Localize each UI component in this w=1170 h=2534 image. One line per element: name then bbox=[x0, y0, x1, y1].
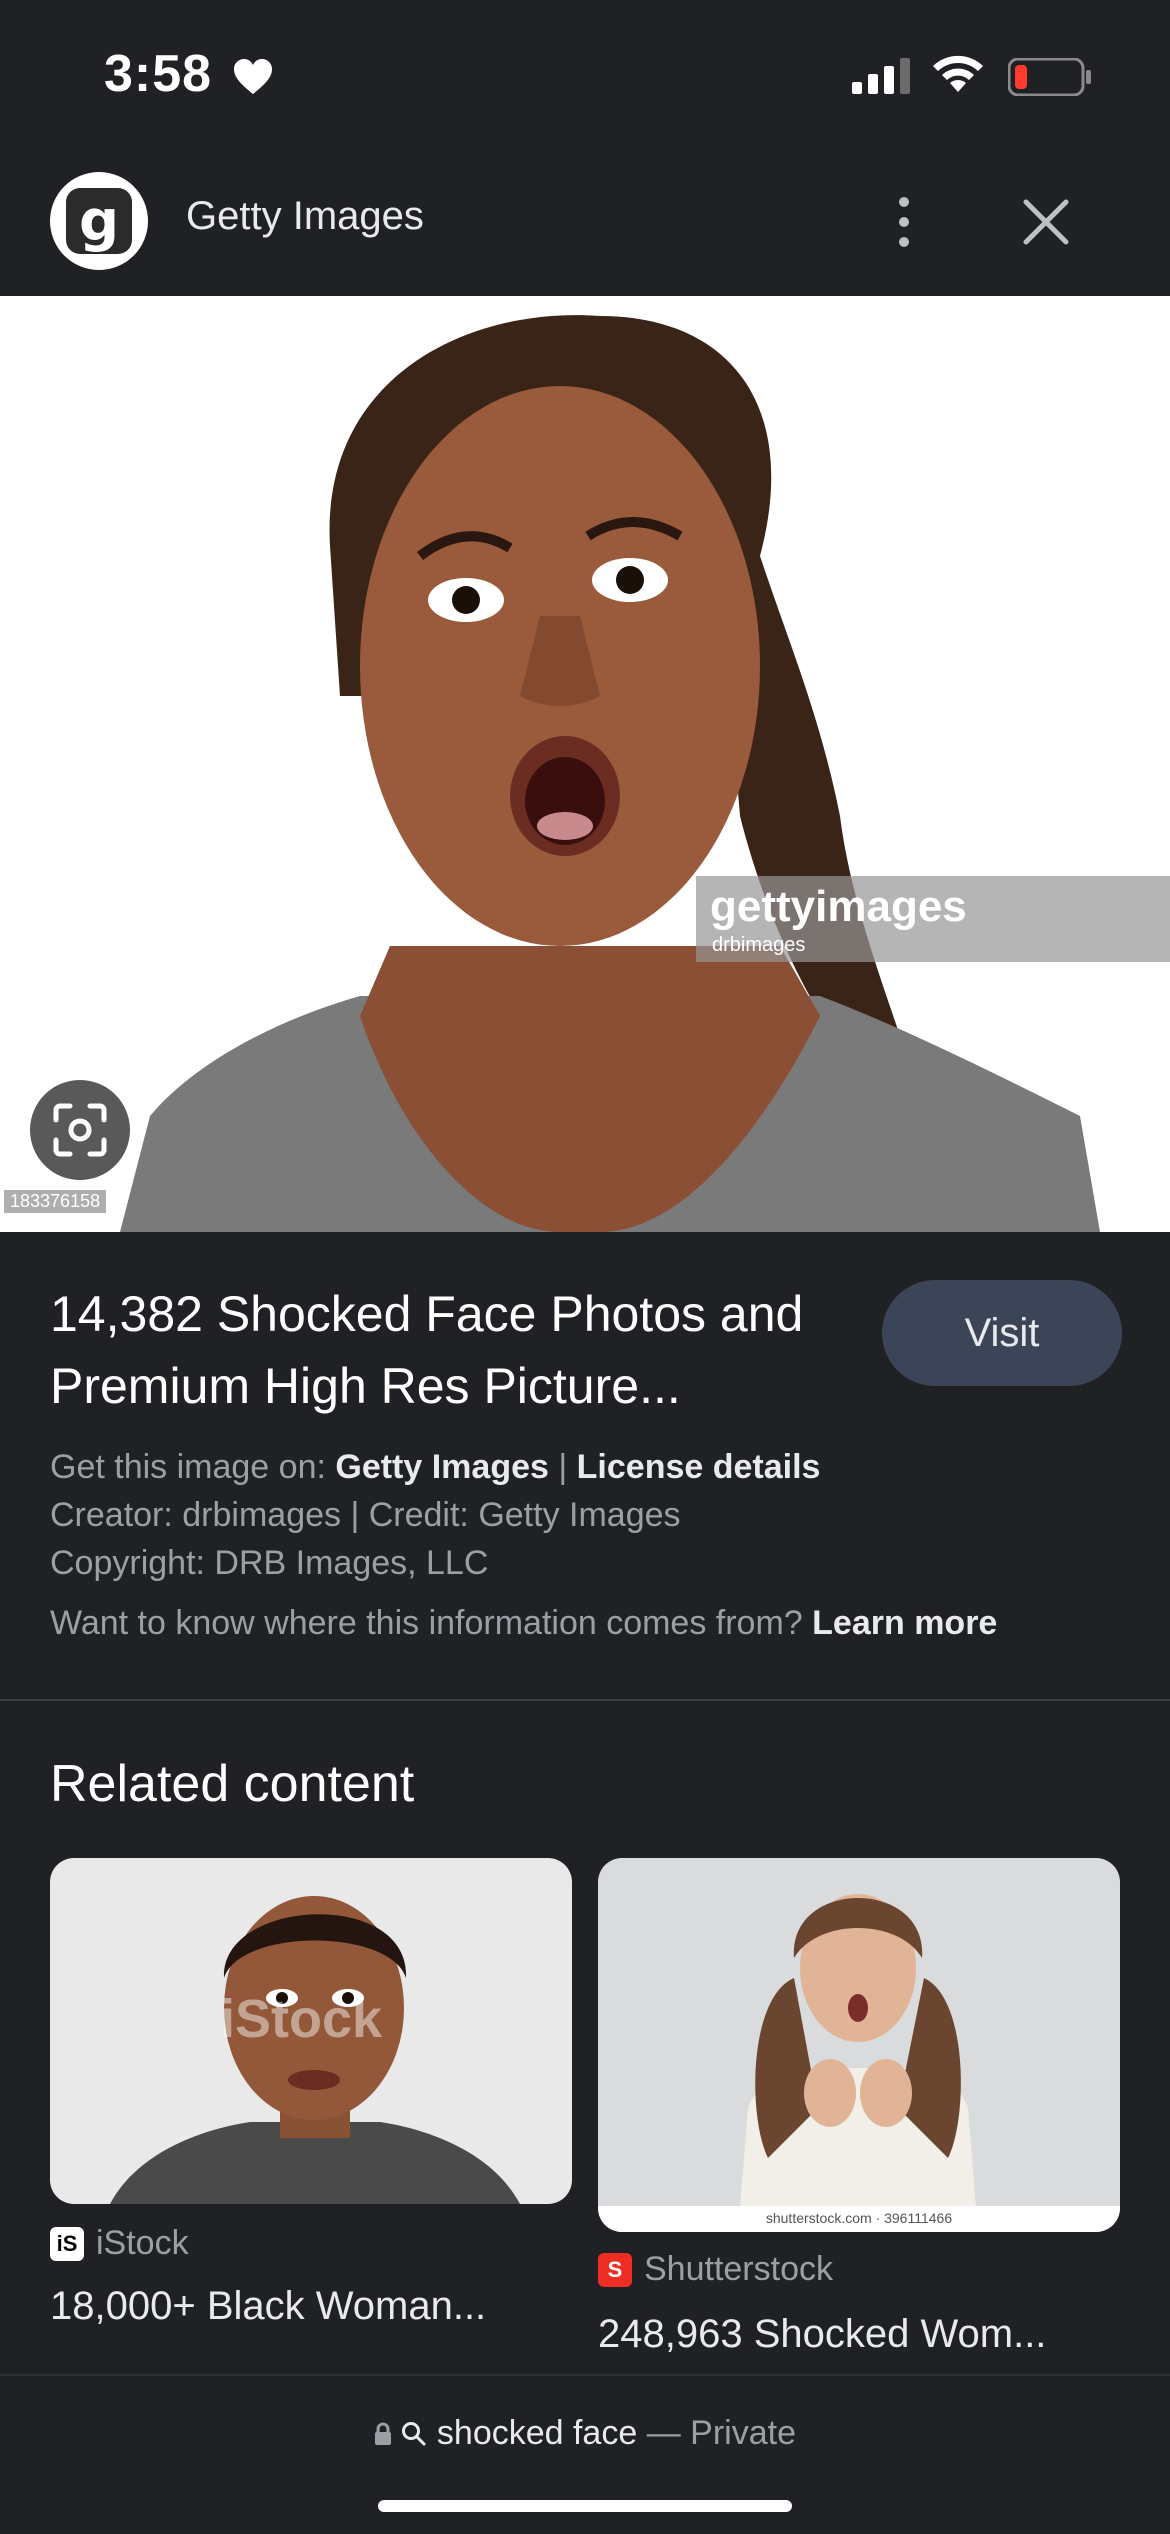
search-query-bar[interactable]: shocked face — Private bbox=[0, 2414, 1170, 2453]
related-source-1[interactable]: iS iStock bbox=[50, 2224, 189, 2263]
search-icon bbox=[402, 2422, 426, 2446]
related-card-image-1[interactable]: iStock bbox=[50, 1858, 572, 2204]
related-source-2-label: Shutterstock bbox=[644, 2250, 833, 2288]
shutterstock-logo-icon: S bbox=[598, 2252, 632, 2287]
license-details-link[interactable]: License details bbox=[577, 1448, 821, 1486]
status-bar: 3:58 bbox=[0, 0, 1170, 150]
related-source-1-label: iStock bbox=[96, 2224, 189, 2262]
heart-icon bbox=[234, 59, 272, 94]
istock-watermark: iStock bbox=[220, 1989, 383, 2049]
learn-more-link[interactable]: Learn more bbox=[812, 1604, 997, 1642]
main-image[interactable]: gettyimages drbimages 183376158 bbox=[0, 296, 1170, 1232]
get-image-line: Get this image on: Getty Images | Licens… bbox=[50, 1448, 820, 1487]
get-source-link[interactable]: Getty Images bbox=[335, 1448, 549, 1486]
clock: 3:58 bbox=[104, 45, 213, 103]
watermark-brand: gettyimages bbox=[710, 882, 967, 931]
watermark-sub: drbimages bbox=[712, 934, 806, 956]
shutterstock-watermark: shutterstock.com · 396111466 bbox=[765, 2210, 953, 2226]
copyright-line: Copyright: DRB Images, LLC bbox=[50, 1544, 489, 1582]
lock-icon bbox=[375, 2422, 391, 2445]
getty-watermark: gettyimages drbimages bbox=[696, 876, 1170, 962]
section-divider bbox=[0, 1699, 1170, 1701]
image-title[interactable]: 14,382 Shocked Face Photos and Premium H… bbox=[50, 1278, 850, 1422]
creator-line: Creator: drbimages | Credit: Getty Image… bbox=[50, 1496, 681, 1534]
wifi-icon bbox=[933, 55, 983, 92]
related-title-2[interactable]: 248,963 Shocked Wom... bbox=[598, 2312, 1120, 2357]
separator: | bbox=[558, 1448, 568, 1486]
related-source-2[interactable]: S Shutterstock bbox=[598, 2250, 833, 2289]
site-name[interactable]: Getty Images bbox=[186, 194, 424, 239]
visit-button[interactable]: Visit bbox=[882, 1280, 1122, 1386]
woman-photo bbox=[120, 315, 1100, 1232]
related-heading: Related content bbox=[50, 1755, 415, 1813]
info-source-line: Want to know where this information come… bbox=[50, 1604, 997, 1643]
related-card-image-2[interactable]: shutterstock.com · 396111466 bbox=[598, 1858, 1120, 2232]
home-indicator[interactable] bbox=[378, 2500, 792, 2512]
info-question: Want to know where this information come… bbox=[50, 1604, 803, 1642]
image-id-label: 183376158 bbox=[4, 1190, 107, 1213]
lens-icon bbox=[53, 1103, 107, 1157]
source-header: g Getty Images bbox=[0, 160, 1170, 296]
getty-logo[interactable]: g bbox=[50, 172, 148, 270]
cellular-signal-icon bbox=[852, 58, 910, 94]
shutterstock-photo bbox=[598, 1894, 1120, 2232]
bottom-address-bar[interactable]: shocked face — Private bbox=[0, 2374, 1170, 2534]
query-text: shocked face bbox=[436, 2414, 638, 2452]
related-title-1[interactable]: 18,000+ Black Woman... bbox=[50, 2284, 572, 2329]
logo-letter: g bbox=[66, 188, 132, 254]
get-prefix: Get this image on: bbox=[50, 1448, 326, 1486]
close-icon[interactable] bbox=[1016, 192, 1076, 252]
private-label: — Private bbox=[646, 2414, 796, 2452]
battery-icon bbox=[1008, 58, 1091, 96]
google-lens-button[interactable] bbox=[30, 1080, 130, 1180]
more-options-icon[interactable] bbox=[886, 192, 922, 252]
istock-logo-icon: iS bbox=[50, 2226, 84, 2261]
